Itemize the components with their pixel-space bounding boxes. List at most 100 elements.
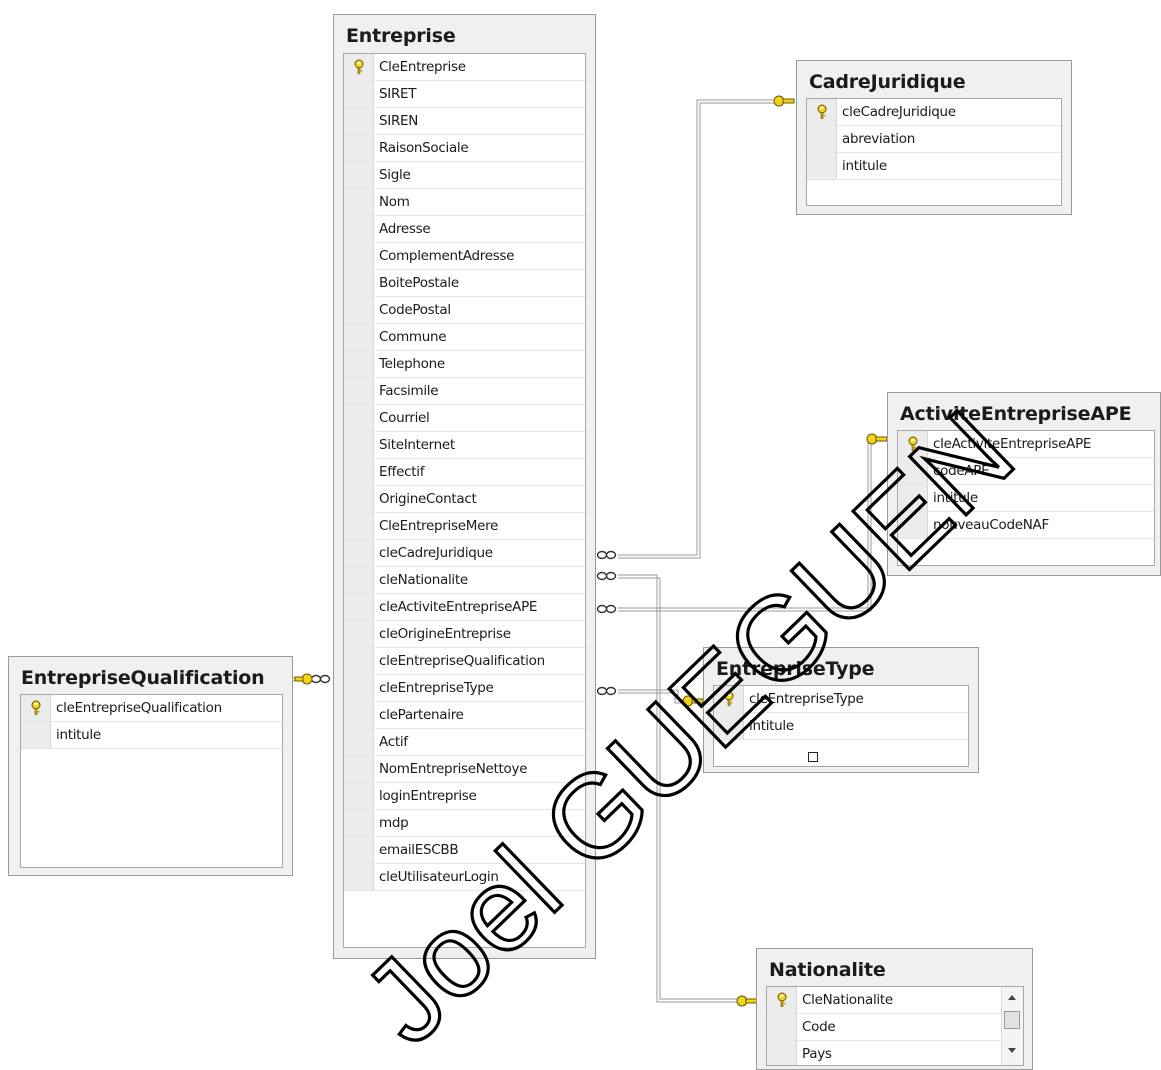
row-selector[interactable] (898, 485, 928, 511)
row-selector[interactable] (344, 189, 374, 215)
row-selector[interactable] (344, 270, 374, 296)
column-row[interactable]: cleNationalite (344, 567, 585, 594)
column-row[interactable]: cleOrigineEntreprise (344, 621, 585, 648)
column-row[interactable]: Adresse (344, 216, 585, 243)
row-selector[interactable] (21, 722, 51, 748)
row-selector[interactable] (344, 648, 374, 674)
column-row[interactable]: Effectif (344, 459, 585, 486)
row-selector[interactable] (344, 837, 374, 863)
row-selector[interactable] (344, 783, 374, 809)
column-row[interactable]: emailESCBB (344, 837, 585, 864)
column-row[interactable]: cleUtilisateurLogin (344, 864, 585, 891)
row-selector[interactable] (344, 810, 374, 836)
row-selector[interactable] (344, 486, 374, 512)
row-selector[interactable] (344, 81, 374, 107)
column-row[interactable]: SIREN (344, 108, 585, 135)
column-row[interactable]: RaisonSociale (344, 135, 585, 162)
column-row[interactable]: Code (767, 1014, 1001, 1041)
column-row[interactable]: intitule (21, 722, 282, 749)
column-row[interactable]: intitule (898, 485, 1154, 512)
row-selector[interactable] (767, 1041, 797, 1065)
column-row[interactable]: Commune (344, 324, 585, 351)
row-selector[interactable] (898, 431, 928, 457)
row-selector[interactable] (344, 54, 374, 80)
row-selector[interactable] (344, 756, 374, 782)
column-row[interactable]: cleEntrepriseQualification (344, 648, 585, 675)
column-row[interactable]: cleEntrepriseQualification (21, 695, 282, 722)
column-row[interactable]: cleCadreJuridique (344, 540, 585, 567)
row-selector[interactable] (344, 864, 374, 890)
column-row[interactable]: clePartenaire (344, 702, 585, 729)
column-row[interactable]: cleEntrepriseType (344, 675, 585, 702)
table-activite-entreprise-ape[interactable]: ActiviteEntrepriseAPE cleActiviteEntrepr… (887, 392, 1161, 576)
column-row[interactable]: Actif (344, 729, 585, 756)
row-selector[interactable] (344, 243, 374, 269)
row-selector[interactable] (344, 702, 374, 728)
row-selector[interactable] (767, 987, 797, 1013)
row-selector[interactable] (344, 324, 374, 350)
row-selector[interactable] (344, 513, 374, 539)
row-selector[interactable] (21, 695, 51, 721)
row-selector[interactable] (344, 108, 374, 134)
row-selector[interactable] (807, 99, 837, 125)
row-selector[interactable] (344, 351, 374, 377)
column-row[interactable]: NomEntrepriseNettoye (344, 756, 585, 783)
scroll-thumb[interactable] (1004, 1011, 1020, 1029)
table-entreprise-qualification[interactable]: EntrepriseQualification cleEntrepriseQua… (8, 656, 293, 876)
column-row[interactable]: cleActiviteEntrepriseAPE (898, 431, 1154, 458)
scroll-down-icon[interactable] (1008, 1048, 1016, 1053)
column-row[interactable]: Telephone (344, 351, 585, 378)
column-row[interactable]: SIRET (344, 81, 585, 108)
row-selector[interactable] (898, 512, 928, 538)
column-row[interactable]: ComplementAdresse (344, 243, 585, 270)
table-nationalite[interactable]: Nationalite CleNationalite Code Pays (756, 948, 1033, 1070)
scroll-up-icon[interactable] (1008, 995, 1016, 1000)
column-row[interactable]: Courriel (344, 405, 585, 432)
column-row[interactable]: codeAPE (898, 458, 1154, 485)
column-row[interactable]: intitule (807, 153, 1061, 180)
row-selector[interactable] (344, 459, 374, 485)
row-selector[interactable] (714, 713, 744, 739)
column-row[interactable]: Facsimile (344, 378, 585, 405)
column-row[interactable]: Nom (344, 189, 585, 216)
column-row[interactable]: mdp (344, 810, 585, 837)
column-row[interactable]: cleCadreJuridique (807, 99, 1061, 126)
column-row[interactable]: CleNationalite (767, 987, 1001, 1014)
column-row[interactable]: nouveauCodeNAF (898, 512, 1154, 539)
column-row[interactable]: CodePostal (344, 297, 585, 324)
row-selector[interactable] (344, 432, 374, 458)
vertical-scrollbar[interactable] (1001, 987, 1023, 1065)
table-entreprise[interactable]: Entreprise CleEntreprise SIRET SIREN Raison… (333, 14, 596, 959)
row-selector[interactable] (344, 378, 374, 404)
column-row[interactable]: abreviation (807, 126, 1061, 153)
column-row[interactable]: cleActiviteEntrepriseAPE (344, 594, 585, 621)
row-selector[interactable] (344, 135, 374, 161)
column-row[interactable]: intitule (714, 713, 968, 740)
column-row[interactable]: OrigineContact (344, 486, 585, 513)
table-cadre-juridique[interactable]: CadreJuridique cleCadreJuridique abreviat… (796, 60, 1072, 215)
row-selector[interactable] (344, 621, 374, 647)
row-selector[interactable] (344, 216, 374, 242)
row-selector[interactable] (344, 675, 374, 701)
column-row[interactable]: CleEntrepriseMere (344, 513, 585, 540)
row-selector[interactable] (714, 686, 744, 712)
row-selector[interactable] (344, 162, 374, 188)
row-selector[interactable] (898, 458, 928, 484)
row-selector[interactable] (344, 540, 374, 566)
column-row[interactable]: loginEntreprise (344, 783, 585, 810)
column-row[interactable]: BoitePostale (344, 270, 585, 297)
row-selector[interactable] (344, 297, 374, 323)
row-selector[interactable] (344, 567, 374, 593)
row-selector[interactable] (807, 153, 837, 179)
table-entreprise-type[interactable]: EntrepriseType cleEntrepriseType intitule (703, 647, 979, 773)
column-row[interactable]: Sigle (344, 162, 585, 189)
row-selector[interactable] (807, 126, 837, 152)
column-row[interactable]: CleEntreprise (344, 54, 585, 81)
column-row[interactable]: SiteInternet (344, 432, 585, 459)
row-selector[interactable] (344, 405, 374, 431)
row-selector[interactable] (344, 729, 374, 755)
row-selector[interactable] (767, 1014, 797, 1040)
column-row[interactable]: cleEntrepriseType (714, 686, 968, 713)
column-row[interactable]: Pays (767, 1041, 1001, 1065)
row-selector[interactable] (344, 594, 374, 620)
